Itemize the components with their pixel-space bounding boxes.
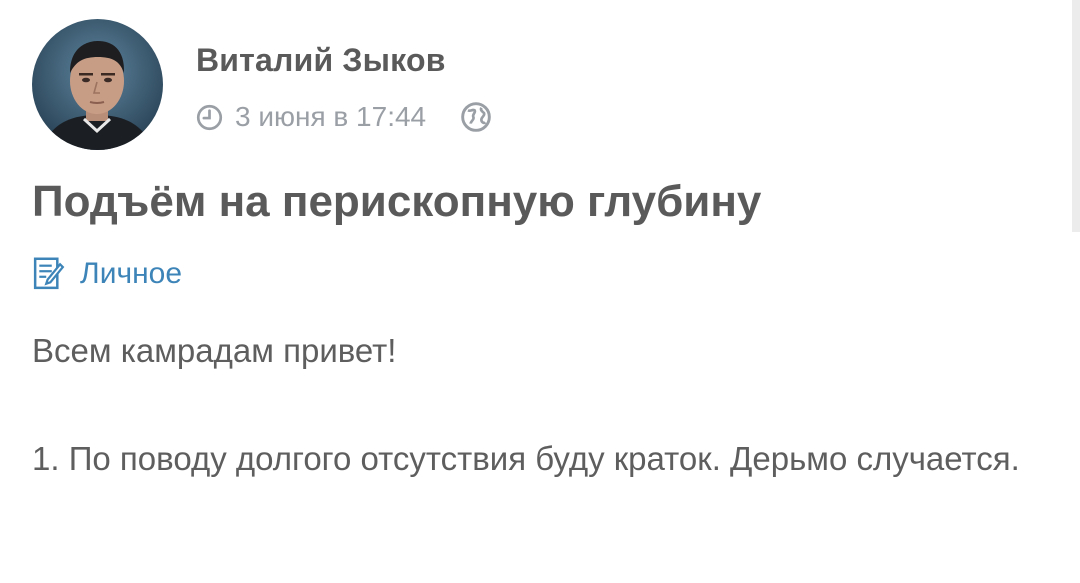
author-name[interactable]: Виталий Зыков: [196, 42, 446, 79]
post-paragraph: 1. По поводу долгого отсутствия буду кра…: [32, 440, 1020, 477]
post-timestamp[interactable]: 3 июня в 17:44: [235, 101, 426, 133]
document-edit-icon: [33, 257, 65, 290]
globe-icon[interactable]: [460, 101, 492, 133]
category-label: Личное: [80, 257, 183, 290]
post-paragraph: Всем камрадам привет!: [32, 332, 397, 369]
clock-icon: [196, 104, 223, 130]
avatar-portrait: [42, 41, 153, 150]
author-avatar[interactable]: [32, 19, 163, 150]
scrollbar-track[interactable]: [1072, 0, 1080, 232]
category-link[interactable]: Личное: [32, 256, 182, 292]
post-meta: 3 июня в 17:44: [196, 100, 492, 134]
post-title[interactable]: Подъём на перископную глубину: [32, 177, 761, 227]
